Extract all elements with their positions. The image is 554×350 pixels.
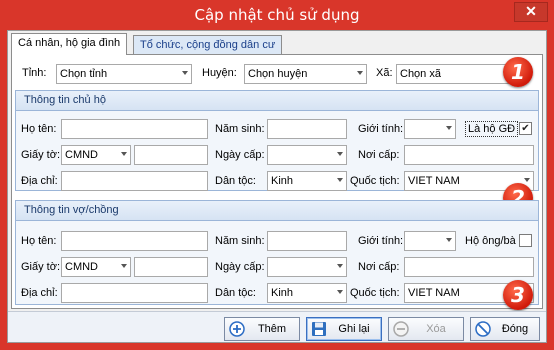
add-button-label: Thêm [257, 323, 287, 335]
tab-to-chuc[interactable]: Tổ chức, cộng đồng dân cư [133, 35, 283, 55]
owner-ho-ten-input[interactable] [61, 119, 208, 139]
spouse-ho-ten-input[interactable] [61, 231, 208, 251]
chevron-down-icon [446, 126, 452, 130]
owner-quoc-tich-label: Quốc tịch: [350, 175, 400, 187]
la-ho-gd-label: Là hộ GĐ [465, 121, 519, 137]
close-button-label: Đóng [501, 323, 529, 335]
la-ho-gd-checkbox[interactable]: ✔ [519, 122, 532, 135]
chevron-down-icon [337, 178, 343, 182]
chevron-down-icon [357, 71, 363, 75]
chevron-down-icon [446, 238, 452, 242]
spouse-ho-ten-label: Họ tên: [21, 235, 57, 247]
delete-button-label: Xóa [426, 323, 446, 335]
chevron-down-icon [337, 290, 343, 294]
xa-select[interactable]: Chọn xã [396, 64, 518, 84]
owner-noi-cap-input[interactable] [404, 145, 534, 165]
owner-noi-cap-label: Nơi cấp: [358, 149, 400, 161]
chevron-down-icon [121, 152, 127, 156]
huyen-label: Huyện: [202, 67, 237, 79]
ho-ong-ba-checkbox[interactable] [519, 234, 532, 247]
window-close-button[interactable]: ✕ [514, 2, 548, 22]
plus-circle-icon [229, 321, 245, 337]
dialog-window: Cập nhật chủ sử dụng ✕ Cá nhân, hộ gia đ… [0, 0, 554, 350]
spouse-nam-sinh-input[interactable] [267, 231, 347, 251]
spouse-giay-to-select[interactable]: CMND [61, 257, 131, 277]
spouse-dia-chi-input[interactable] [61, 283, 208, 303]
owner-gioi-tinh-select[interactable] [404, 119, 456, 139]
floppy-disk-icon [312, 322, 326, 336]
save-button-label: Ghi lại [338, 323, 370, 335]
owner-giay-to-select[interactable]: CMND [61, 145, 131, 165]
spouse-dia-chi-label: Địa chỉ: [21, 287, 58, 299]
spouse-so-giay-to-input[interactable] [134, 257, 208, 277]
spouse-gioi-tinh-select[interactable] [404, 231, 456, 251]
delete-button[interactable]: Xóa [388, 317, 464, 341]
owner-nam-sinh-label: Năm sinh: [215, 123, 265, 135]
minus-circle-icon [393, 321, 409, 337]
spouse-dan-toc-value: Kinh [271, 287, 294, 299]
spouse-giay-to-value: CMND [65, 261, 98, 273]
no-entry-icon [475, 321, 491, 337]
chevron-down-icon [524, 178, 530, 182]
button-bar: Thêm Ghi lại Xóa Đóng [8, 311, 546, 342]
owner-giay-to-value: CMND [65, 149, 98, 161]
xa-value: Chọn xã [400, 68, 441, 80]
chevron-down-icon [121, 264, 127, 268]
chevron-down-icon [337, 152, 343, 156]
tab-panel: Tỉnh: Chọn tỉnh Huyện: Chọn huyện Xã: Ch… [11, 54, 543, 310]
owner-gioi-tinh-label: Giới tính: [358, 123, 404, 135]
tinh-select[interactable]: Chọn tỉnh [56, 64, 192, 84]
owner-ngay-cap-label: Ngày cấp: [215, 149, 265, 161]
spouse-quoc-tich-label: Quốc tịch: [350, 287, 400, 299]
spouse-ngay-cap-label: Ngày cấp: [215, 261, 265, 273]
add-button[interactable]: Thêm [224, 317, 300, 341]
owner-so-giay-to-input[interactable] [134, 145, 208, 165]
owner-giay-to-label: Giấy tờ: [21, 149, 60, 161]
huyen-select[interactable]: Chọn huyện [244, 64, 367, 84]
close-icon: ✕ [525, 3, 537, 19]
tab-ca-nhan[interactable]: Cá nhân, hộ gia đình [11, 33, 128, 55]
spouse-group: Thông tin vợ/chồng Họ tên: Năm sinh: Giớ… [15, 200, 539, 305]
owner-ho-ten-label: Họ tên: [21, 123, 57, 135]
chevron-down-icon [337, 264, 343, 268]
spouse-ngay-cap-picker[interactable] [267, 257, 347, 277]
owner-dan-toc-value: Kinh [271, 175, 294, 187]
owner-dia-chi-input[interactable] [61, 171, 208, 191]
title-bar: Cập nhật chủ sử dụng ✕ [0, 0, 554, 30]
step-badge-3: 3 [503, 280, 533, 310]
spouse-noi-cap-input[interactable] [404, 257, 534, 277]
spouse-nam-sinh-label: Năm sinh: [215, 235, 265, 247]
huyen-value: Chọn huyện [248, 68, 308, 80]
spouse-gioi-tinh-label: Giới tính: [358, 235, 404, 247]
step-badge-1: 1 [503, 57, 533, 87]
spouse-group-header: Thông tin vợ/chồng [16, 201, 538, 221]
owner-nam-sinh-input[interactable] [267, 119, 347, 139]
window-title: Cập nhật chủ sử dụng [194, 6, 360, 24]
spouse-noi-cap-label: Nơi cấp: [358, 261, 400, 273]
ho-ong-ba-label: Hộ ông/bà [465, 235, 516, 247]
spouse-dan-toc-select[interactable]: Kinh [267, 283, 347, 303]
owner-group: Thông tin chủ hộ Họ tên: Năm sinh: Giới … [15, 90, 539, 191]
owner-dia-chi-label: Địa chỉ: [21, 175, 58, 187]
owner-dan-toc-select[interactable]: Kinh [267, 171, 347, 191]
spouse-dan-toc-label: Dân tộc: [215, 287, 256, 299]
chevron-down-icon [182, 71, 188, 75]
tinh-value: Chọn tỉnh [60, 68, 108, 80]
save-button[interactable]: Ghi lại [306, 317, 382, 341]
tinh-label: Tỉnh: [22, 67, 47, 79]
owner-dan-toc-label: Dân tộc: [215, 175, 256, 187]
check-icon: ✔ [521, 123, 530, 134]
close-button[interactable]: Đóng [470, 317, 540, 341]
dialog-client: Cá nhân, hộ gia đình Tổ chức, cộng đồng … [7, 30, 547, 343]
owner-ngay-cap-picker[interactable] [267, 145, 347, 165]
xa-label: Xã: [376, 67, 393, 79]
spouse-giay-to-label: Giấy tờ: [21, 261, 60, 273]
owner-group-header: Thông tin chủ hộ [16, 91, 538, 111]
